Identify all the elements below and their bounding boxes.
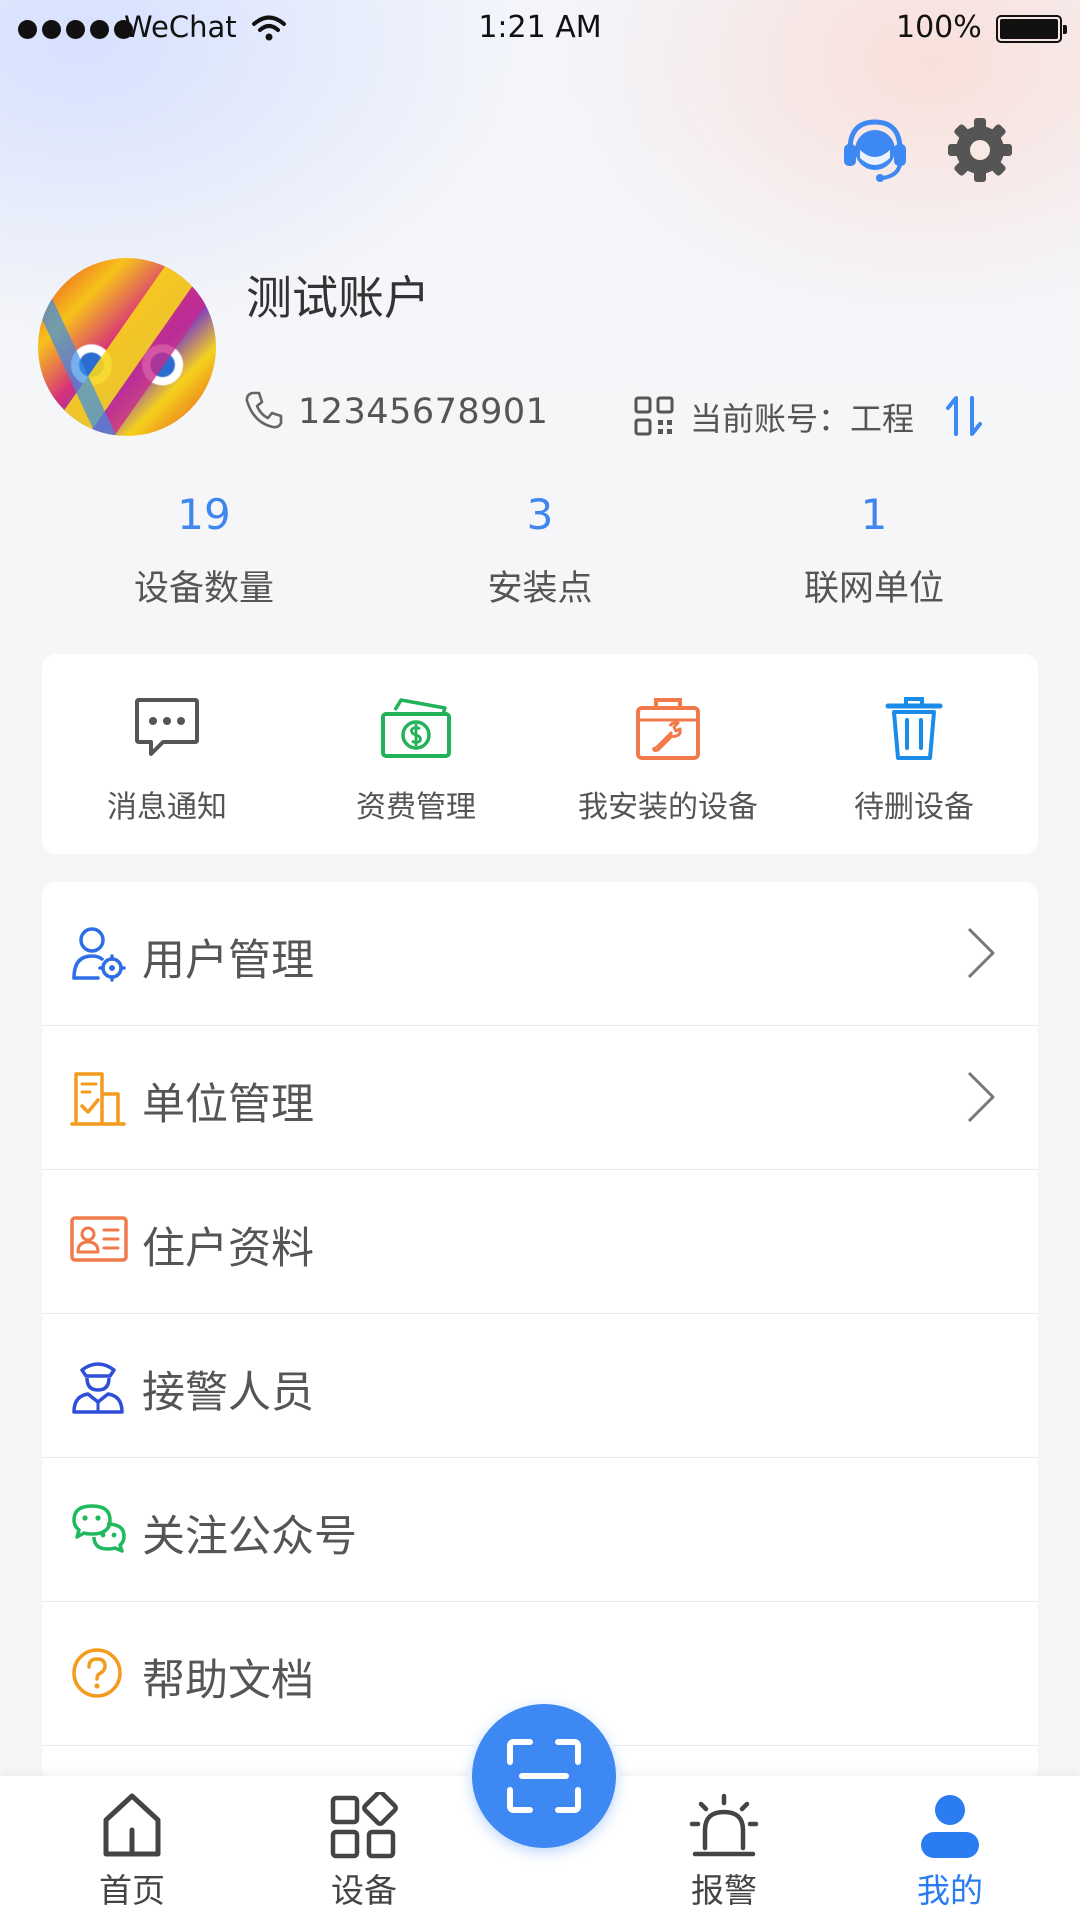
quick-action-messages[interactable]: 消息通知 [62,654,272,854]
quick-actions-card: 消息通知 资费管理 我安装的设备 待删设备 [42,654,1038,854]
home-icon [103,1793,161,1857]
scan-button[interactable] [472,1704,616,1848]
battery-icon [996,15,1067,43]
user-settings-icon [72,927,126,982]
menu-item-follow-official-account[interactable]: 关注公众号 [42,1458,1038,1602]
tab-label: 设备 [331,1871,397,1910]
officer-icon [72,1362,124,1414]
customer-service-icon[interactable] [842,116,908,184]
trash-icon [885,697,943,760]
avatar[interactable] [38,258,216,436]
stat-device-count[interactable]: 19 设备数量 [74,490,334,611]
quick-action-label: 待删设备 [854,790,974,825]
battery-percentage: 100% [896,10,982,45]
account-name: 测试账户 [246,271,430,325]
menu-item-unit-management[interactable]: 单位管理 [42,1026,1038,1170]
switch-account-icon[interactable] [942,394,986,438]
menu-item-label: 住户资料 [142,1224,314,1274]
stat-label: 安装点 [487,569,593,609]
stat-install-points[interactable]: 3 安装点 [410,490,670,611]
building-icon [70,1072,126,1126]
status-bar: WeChat 1:21 AM 100% [0,0,1080,56]
menu-item-user-management[interactable]: 用户管理 [42,882,1038,1026]
tab-label: 首页 [99,1871,165,1910]
tab-mine[interactable]: 我的 [870,1776,1030,1920]
message-icon [135,698,199,756]
help-icon [72,1648,122,1698]
current-account-label: 当前账号：工程 [690,400,915,438]
quick-action-my-installed-devices[interactable]: 我安装的设备 [558,654,778,854]
quick-action-billing[interactable]: 资费管理 [306,654,526,854]
wechat-icon [72,1504,126,1553]
scan-icon [507,1739,581,1813]
id-card-icon [70,1216,128,1262]
stat-value: 3 [526,490,554,539]
phone-icon [245,391,283,429]
stat-value: 1 [860,490,888,539]
qr-code-icon[interactable] [634,396,674,436]
chevron-right-icon [967,1071,995,1123]
menu-item-label: 关注公众号 [142,1512,357,1562]
tab-alarm[interactable]: 报警 [644,1776,804,1920]
quick-action-label: 消息通知 [107,790,227,825]
menu-item-label: 单位管理 [142,1080,314,1130]
quick-action-label: 资费管理 [356,790,476,825]
tab-devices[interactable]: 设备 [284,1776,444,1920]
stat-label: 联网单位 [803,569,944,609]
phone-number: 12345678901 [298,392,549,432]
toolbox-icon [636,698,700,760]
chevron-right-icon [967,927,995,979]
gear-icon[interactable] [948,118,1012,182]
user-icon [921,1795,979,1858]
menu-item-resident-info[interactable]: 住户资料 [42,1170,1038,1314]
menu-item-label: 接警人员 [142,1368,314,1418]
money-icon [381,698,451,758]
menu-list: 用户管理 单位管理 住户资料 接警人员 关注公众号 帮助文档 [42,882,1038,1782]
menu-item-label: 帮助文档 [142,1656,314,1706]
alarm-icon [689,1793,759,1857]
quick-action-label: 我安装的设备 [578,790,758,825]
quick-action-pending-delete-devices[interactable]: 待删设备 [814,654,1014,854]
stat-label: 设备数量 [133,569,274,609]
tab-label: 我的 [917,1871,983,1910]
tab-home[interactable]: 首页 [52,1776,212,1920]
stat-network-units[interactable]: 1 联网单位 [744,490,1004,611]
stat-value: 19 [177,490,231,539]
tab-label: 报警 [691,1871,757,1910]
grid-icon [330,1792,398,1859]
menu-item-label: 用户管理 [142,936,314,986]
menu-item-alarm-responders[interactable]: 接警人员 [42,1314,1038,1458]
